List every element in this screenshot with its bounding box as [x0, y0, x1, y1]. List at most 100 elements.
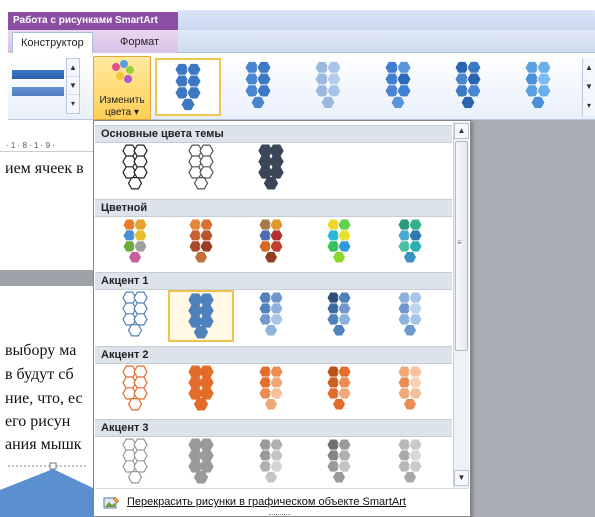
color-option[interactable]	[102, 437, 168, 489]
color-option[interactable]	[238, 290, 304, 342]
color-option[interactable]	[102, 364, 168, 416]
ruler: · 1 · 8 · 1 · 9 ·	[0, 140, 93, 152]
hexagon-cluster-icon	[384, 61, 412, 109]
color-option[interactable]	[306, 217, 372, 269]
hexagon-cluster-icon	[397, 438, 423, 484]
hexagon-cluster-icon	[258, 365, 284, 411]
hexagon-cluster-icon	[326, 218, 352, 264]
hexagon-cluster-icon	[188, 218, 214, 264]
scroll-up-icon[interactable]: ▲	[67, 59, 79, 77]
scroll-down-icon[interactable]: ▼	[454, 470, 469, 486]
hexagon-cluster-icon	[122, 291, 148, 337]
layout-bar	[12, 87, 64, 96]
change-colors-label: Изменить цвета ▾	[99, 95, 145, 118]
tab-format[interactable]: Формат	[112, 32, 167, 54]
layout-bar	[12, 70, 64, 79]
smartart-style-option[interactable]	[505, 58, 571, 116]
hexagon-cluster-icon	[454, 61, 482, 109]
hexagon-cluster-icon	[188, 144, 214, 190]
hexagon-cluster-icon	[174, 63, 202, 111]
hexagon-cluster-icon	[397, 218, 423, 264]
smartart-style-option[interactable]	[155, 58, 221, 116]
color-option[interactable]	[168, 290, 234, 342]
styles-gallery-scroll[interactable]: ▲ ▼ ▾	[582, 58, 595, 116]
grip-icon: ≡	[457, 238, 462, 247]
section-header: Акцент 2	[95, 346, 452, 364]
hexagon-cluster-icon	[258, 144, 284, 190]
hexagon-cluster-icon	[122, 365, 148, 411]
hexagon-cluster-icon	[188, 365, 214, 411]
color-option[interactable]	[168, 217, 234, 269]
hexagon-cluster-icon	[188, 293, 214, 339]
hexagon-cluster-icon	[326, 438, 352, 484]
color-option[interactable]	[238, 364, 304, 416]
recolor-pictures-option[interactable]: Перекрасить рисунки в графическом объект…	[95, 488, 469, 516]
hexagon-cluster-icon	[397, 365, 423, 411]
smartart-style-option[interactable]	[365, 58, 431, 116]
color-option[interactable]	[102, 143, 168, 195]
context-title: Работа с рисунками SmartArt	[8, 12, 178, 30]
scroll-down-icon[interactable]: ▼	[583, 77, 595, 96]
scroll-up-icon[interactable]: ▲	[583, 58, 595, 77]
smartart-style-option[interactable]	[295, 58, 361, 116]
hexagon-cluster-icon	[122, 144, 148, 190]
recolor-pictures-label: Перекрасить рисунки в графическом объект…	[127, 496, 406, 508]
color-option[interactable]	[238, 437, 304, 489]
color-option[interactable]	[306, 437, 372, 489]
section-header: Акцент 3	[95, 419, 452, 437]
color-option[interactable]	[377, 364, 443, 416]
color-option[interactable]	[168, 437, 234, 489]
hexagon-cluster-icon	[122, 438, 148, 484]
scroll-down-icon[interactable]: ▼	[67, 77, 79, 95]
document-line: ние, что, ес	[5, 390, 83, 407]
section-header: Основные цвета темы	[95, 125, 452, 143]
hexagon-cluster-icon	[258, 291, 284, 337]
document-line: его рисун	[5, 413, 71, 430]
workspace-background	[470, 120, 595, 517]
layout-gallery-partial[interactable]	[8, 60, 68, 110]
color-option[interactable]	[168, 143, 234, 195]
hexagon-cluster-icon	[258, 218, 284, 264]
color-option[interactable]	[377, 290, 443, 342]
layout-gallery-scroll[interactable]: ▲ ▼ ▾	[66, 58, 80, 114]
page-separator	[0, 270, 93, 286]
hexagon-cluster-icon	[326, 291, 352, 337]
hexagon-cluster-icon	[122, 218, 148, 264]
smartart-styles-gallery	[155, 56, 585, 118]
title-bar	[178, 10, 595, 32]
tab-konstruktor[interactable]: Конструктор	[12, 32, 93, 55]
hexagon-cluster-icon	[314, 61, 342, 109]
change-colors-button[interactable]: Изменить цвета ▾	[93, 56, 151, 120]
color-option[interactable]	[306, 364, 372, 416]
document-line: ания мышк	[5, 436, 82, 453]
hexagon-cluster-icon	[397, 291, 423, 337]
hexagon-cluster-icon	[524, 61, 552, 109]
color-option[interactable]	[102, 217, 168, 269]
scroll-up-icon[interactable]: ▲	[454, 123, 469, 139]
smartart-style-option[interactable]	[225, 58, 291, 116]
color-option[interactable]	[168, 364, 234, 416]
document-line: выбору ма	[5, 342, 77, 359]
color-option[interactable]	[238, 217, 304, 269]
palette-icon	[112, 60, 134, 83]
document-line: ием ячеек в	[5, 160, 84, 177]
document-line: в будут сб	[5, 366, 74, 383]
section-header: Цветной	[95, 199, 452, 217]
color-option[interactable]	[377, 437, 443, 489]
hexagon-cluster-icon	[326, 365, 352, 411]
gallery-more-icon[interactable]: ▾	[67, 95, 79, 113]
hexagon-cluster-icon	[258, 438, 284, 484]
section-header: Акцент 1	[95, 272, 452, 290]
gallery-more-icon[interactable]: ▾	[583, 96, 595, 115]
smartart-style-option[interactable]	[435, 58, 501, 116]
recolor-pictures-icon	[103, 496, 120, 509]
smartart-shape[interactable]	[0, 460, 93, 517]
color-option[interactable]	[102, 290, 168, 342]
color-option[interactable]	[306, 290, 372, 342]
app-window: Работа с рисунками SmartArt Конструктор …	[0, 0, 595, 517]
dropdown-scrollbar[interactable]: ▲ ≡ ▼	[453, 122, 469, 488]
hexagon-cluster-icon	[188, 438, 214, 484]
hexagon-cluster-icon	[244, 61, 272, 109]
color-option[interactable]	[377, 217, 443, 269]
color-option[interactable]	[238, 143, 304, 195]
